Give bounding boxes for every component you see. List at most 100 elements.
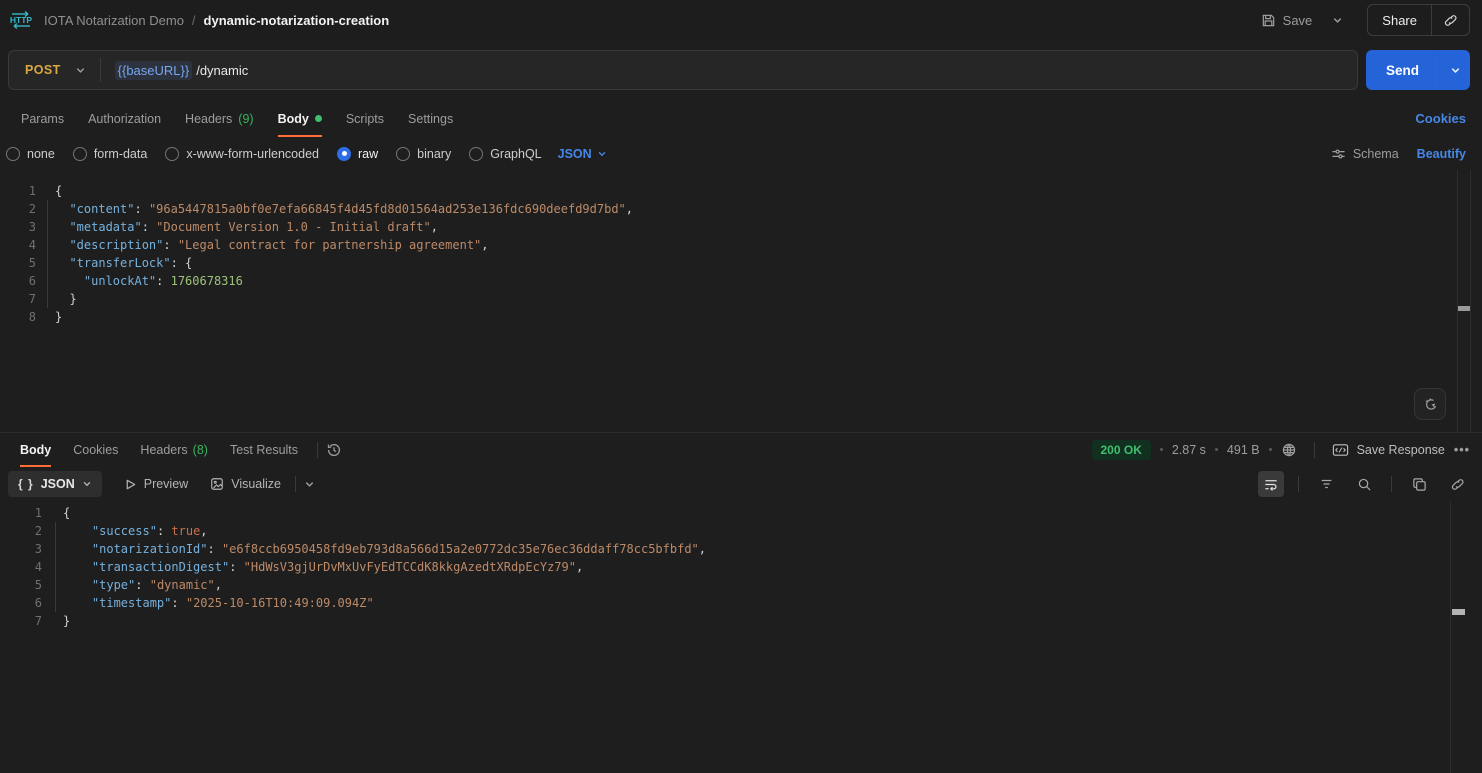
divider: [317, 442, 318, 458]
link-icon[interactable]: [1444, 471, 1470, 497]
response-time[interactable]: 2.87 s: [1172, 443, 1206, 457]
radio-selected-icon: [337, 147, 351, 161]
preview-button[interactable]: Preview: [124, 477, 188, 491]
save-icon: [1261, 13, 1276, 28]
postbot-assistant-button[interactable]: [1414, 388, 1446, 420]
response-headers-count: (8): [193, 443, 208, 457]
copy-link-icon[interactable]: [1432, 13, 1469, 28]
response-history-icon[interactable]: [326, 442, 342, 458]
beautify-button[interactable]: Beautify: [1417, 147, 1466, 161]
radio-icon: [6, 147, 20, 161]
filter-icon[interactable]: [1313, 471, 1339, 497]
response-size[interactable]: 491 B: [1227, 443, 1260, 457]
response-tab-headers[interactable]: Headers(8): [129, 433, 219, 467]
request-body-editor[interactable]: 1{2 "content": "96a5447815a0bf0e7efa6684…: [0, 170, 1482, 432]
raw-language-selector[interactable]: JSON: [558, 147, 607, 161]
body-type-form-data[interactable]: form-data: [73, 147, 148, 161]
copy-icon[interactable]: [1406, 471, 1432, 497]
response-tab-test-results[interactable]: Test Results: [219, 433, 309, 467]
method-selector[interactable]: POST: [9, 63, 75, 77]
tab-authorization[interactable]: Authorization: [76, 100, 173, 137]
play-icon: [124, 478, 137, 491]
radio-icon: [396, 147, 410, 161]
word-wrap-icon[interactable]: [1258, 471, 1284, 497]
save-button[interactable]: Save: [1257, 7, 1317, 34]
headers-count: (9): [238, 112, 253, 126]
body-type-raw[interactable]: raw: [337, 147, 378, 161]
response-body-code[interactable]: 1{2 "success": true,3 "notarizationId": …: [0, 504, 1482, 630]
more-options-icon[interactable]: •••: [1454, 443, 1470, 457]
indent-guide: [47, 200, 48, 308]
visualize-button[interactable]: Visualize: [210, 477, 281, 491]
tab-scripts[interactable]: Scripts: [334, 100, 396, 137]
response-format-selector[interactable]: { } JSON: [8, 471, 102, 497]
tab-settings[interactable]: Settings: [396, 100, 465, 137]
radio-icon: [165, 147, 179, 161]
code-line: 3 "notarizationId": "e6f8ccb6950458fd9eb…: [0, 540, 1482, 558]
code-line: 1{: [0, 504, 1482, 522]
method-chevron-icon[interactable]: [75, 65, 100, 76]
share-button[interactable]: Share: [1368, 13, 1431, 28]
tab-headers[interactable]: Headers(9): [173, 100, 266, 137]
scrollbar-track: [1470, 170, 1471, 432]
url-variable[interactable]: {{baseURL}}: [115, 61, 193, 80]
code-line: 5 "transferLock": {: [0, 254, 1482, 272]
divider: [295, 476, 296, 492]
url-input-container: POST {{baseURL}} /dynamic: [8, 50, 1358, 90]
body-type-right-actions: Schema Beautify: [1331, 147, 1466, 161]
tab-params[interactable]: Params: [9, 100, 76, 137]
send-options-chevron-icon[interactable]: [1440, 50, 1470, 90]
radio-icon: [73, 147, 87, 161]
response-header: Body Cookies Headers(8) Test Results 200…: [0, 432, 1482, 466]
code-line: 6 "unlockAt": 1760678316: [0, 272, 1482, 290]
top-bar-actions: Save Share: [1257, 4, 1470, 36]
scrollbar-track: [1457, 170, 1458, 432]
breadcrumb-request-name[interactable]: dynamic-notarization-creation: [204, 13, 390, 28]
network-globe-icon[interactable]: [1281, 442, 1297, 458]
tab-body[interactable]: Body: [266, 100, 334, 137]
dot-separator: [1160, 448, 1163, 451]
app-window: HTTP IOTA Notarization Demo / dynamic-no…: [0, 0, 1482, 773]
body-type-graphql[interactable]: GraphQL: [469, 147, 541, 161]
image-icon: [210, 477, 224, 491]
search-icon[interactable]: [1351, 471, 1377, 497]
schema-button[interactable]: Schema: [1331, 147, 1399, 161]
breadcrumb-collection[interactable]: IOTA Notarization Demo: [44, 13, 184, 28]
response-tab-body[interactable]: Body: [9, 433, 62, 467]
divider: [1314, 442, 1315, 458]
code-line: 3 "metadata": "Document Version 1.0 - In…: [0, 218, 1482, 236]
body-modified-dot: [315, 115, 322, 122]
dot-separator: [1215, 448, 1218, 451]
code-line: 8}: [0, 308, 1482, 326]
response-toolbar: { } JSON Preview Visualize: [0, 466, 1482, 502]
code-line: 4 "description": "Legal contract for par…: [0, 236, 1482, 254]
sliders-icon: [1331, 147, 1346, 161]
indent-guide: [55, 522, 56, 612]
cookies-link[interactable]: Cookies: [1415, 111, 1466, 126]
http-request-icon: HTTP: [8, 8, 34, 32]
request-body-code[interactable]: 1{2 "content": "96a5447815a0bf0e7efa6684…: [0, 182, 1482, 326]
visualize-chevron-icon[interactable]: [304, 479, 315, 490]
response-toolbar-icons: [1258, 471, 1470, 497]
send-button[interactable]: Send: [1366, 50, 1439, 90]
status-badge[interactable]: 200 OK: [1092, 440, 1151, 460]
radio-icon: [469, 147, 483, 161]
save-response-icon: [1332, 443, 1349, 457]
body-type-row: none form-data x-www-form-urlencoded raw…: [0, 137, 1482, 170]
url-input[interactable]: /dynamic: [196, 63, 248, 78]
scrollbar-thumb[interactable]: [1452, 609, 1465, 615]
save-options-chevron-icon[interactable]: [1326, 9, 1349, 32]
breadcrumb-separator: /: [192, 13, 196, 28]
body-type-binary[interactable]: binary: [396, 147, 451, 161]
save-button-label: Save: [1283, 13, 1313, 28]
body-type-none[interactable]: none: [6, 147, 55, 161]
response-meta: 200 OK 2.87 s 491 B Save: [1092, 440, 1471, 460]
response-tab-cookies[interactable]: Cookies: [62, 433, 129, 467]
code-line: 5 "type": "dynamic",: [0, 576, 1482, 594]
scrollbar-thumb[interactable]: [1458, 306, 1470, 311]
response-body-viewer[interactable]: 1{2 "success": true,3 "notarizationId": …: [0, 502, 1482, 773]
url-divider: [100, 58, 101, 82]
save-response-button[interactable]: Save Response: [1332, 443, 1445, 457]
send-button-group: Send: [1366, 50, 1470, 90]
body-type-urlencoded[interactable]: x-www-form-urlencoded: [165, 147, 319, 161]
